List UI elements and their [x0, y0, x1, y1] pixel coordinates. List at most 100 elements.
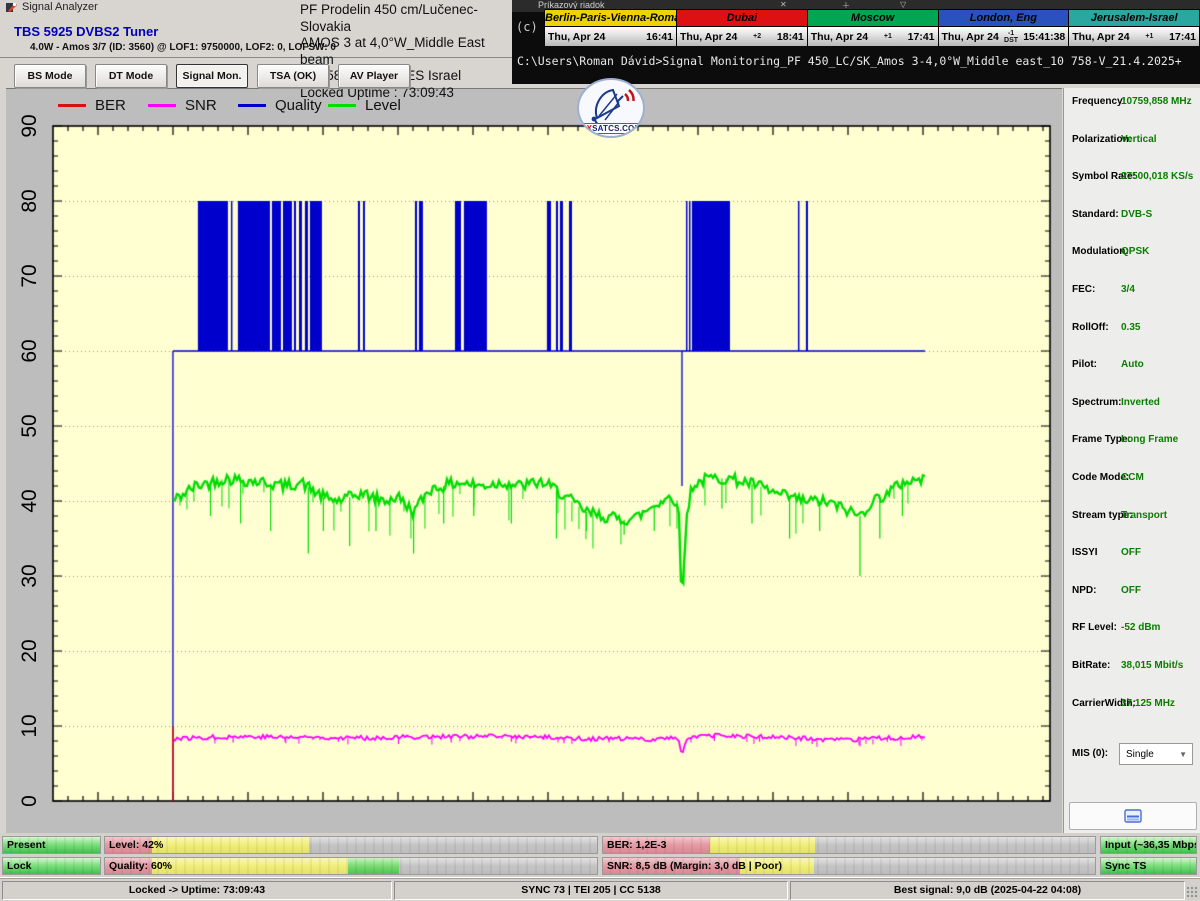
gauge-input: Input (~36,35 Mbps)	[1100, 836, 1197, 854]
param-label-pilot-: Pilot:	[1072, 359, 1097, 370]
clock-utc-offset: +1	[1130, 33, 1170, 40]
y-tick-label-60: 60	[18, 339, 42, 362]
clock-time: 17:41	[1169, 31, 1196, 43]
param-label-standard-: Standard:	[1072, 209, 1119, 220]
gauge-strip: Present Level: 42% BER: 1,2E-3 Input (~36,3…	[0, 833, 1200, 877]
clock-date: Thu, Apr 24	[680, 31, 737, 43]
logo-banner: DXSATCS.COM	[579, 123, 643, 134]
transport-info-button[interactable]	[1069, 802, 1197, 830]
y-tick-label-10: 10	[18, 714, 42, 737]
signal-chart-canvas	[6, 89, 1062, 834]
tuner-details: 4.0W - Amos 3/7 (ID: 3560) @ LOF1: 97500…	[30, 42, 336, 53]
gauge-lock: Lock	[2, 857, 101, 875]
app-title: Signal Analyzer	[22, 1, 98, 13]
param-value-frequency-: 10759,858 MHz	[1121, 96, 1192, 107]
legend-item-ber: BER	[58, 97, 148, 114]
gauge-quality: Quality: 60%	[104, 857, 598, 875]
tab-dt-mode[interactable]: DT Mode	[95, 64, 167, 88]
logo-circle: DXSATCS.COM	[577, 78, 645, 138]
app-icon	[6, 2, 17, 13]
tab-bs-mode[interactable]: BS Mode	[14, 64, 86, 88]
y-tick-label-0: 0	[18, 795, 42, 807]
y-tick-label-40: 40	[18, 489, 42, 512]
parameters-sidebar: Frequency:10759,858 MHzPolarization:Vert…	[1063, 88, 1200, 833]
clock-utc-offset: +2	[737, 33, 777, 40]
clock-time: 15:41:38	[1023, 31, 1065, 43]
param-label-rolloff-: RollOff:	[1072, 322, 1109, 333]
param-label-issyi: ISSYI	[1072, 547, 1098, 558]
clock-jerusalem-israel: Jerusalem-IsraelThu, Apr 24+117:41	[1068, 10, 1200, 46]
legend-swatch-level	[328, 104, 356, 107]
logo-text-prefix: DX	[581, 124, 593, 133]
clock-city-label: London, Eng	[939, 10, 1069, 27]
clock-dubai: DubaiThu, Apr 24+218:41	[676, 10, 808, 46]
gauge-sync-ts: Sync TS	[1100, 857, 1197, 875]
param-label-fec-: FEC:	[1072, 284, 1095, 295]
console-minimize-icon[interactable]: ▽	[900, 0, 906, 9]
param-label-npd-: NPD:	[1072, 585, 1096, 596]
tab-signal-mon-[interactable]: Signal Mon.	[176, 64, 248, 88]
clock-city-label: Jerusalem-Israel	[1069, 10, 1199, 27]
status-sync-counters: SYNC 73 | TEI 205 | CC 5138	[394, 881, 788, 900]
gauge-stripes	[603, 837, 1095, 853]
clock-time: 18:41	[777, 31, 804, 43]
gauge-stripes	[105, 837, 597, 853]
gauge-label-ber: BER: 1,2E-3	[607, 839, 667, 851]
tab-tsa-ok-[interactable]: TSA (OK)	[257, 64, 329, 88]
clock-utc-offset: -1DST	[999, 30, 1023, 44]
signal-chart-panel: BERSNRQualityLevel 0102030405060708090	[6, 88, 1062, 834]
monitor-icon	[1124, 809, 1142, 823]
clock-berlin-paris-vienna-roma: Berlin-Paris-Vienna-RomaThu, Apr 2416:41	[544, 10, 677, 46]
gauge-label-present: Present	[7, 839, 46, 851]
param-value-rolloff-: 0.35	[1121, 322, 1140, 333]
gauge-present: Present	[2, 836, 101, 854]
y-tick-label-90: 90	[18, 114, 42, 137]
param-label-spectrum-: Spectrum:	[1072, 397, 1121, 408]
clock-date: Thu, Apr 24	[1072, 31, 1129, 43]
world-clock-bar: Berlin-Paris-Vienna-RomaThu, Apr 2416:41…	[545, 9, 1200, 46]
param-value-npd-: OFF	[1121, 585, 1141, 596]
gauge-label-sync-ts: Sync TS	[1105, 860, 1146, 872]
resize-grip[interactable]	[1186, 886, 1198, 898]
param-value-spectrum-: Inverted	[1121, 397, 1160, 408]
y-tick-label-30: 30	[18, 564, 42, 587]
param-value-polarization-: Vertical	[1121, 134, 1157, 145]
status-bar: Locked -> Uptime: 73:09:43 SYNC 73 | TEI…	[0, 877, 1200, 901]
param-label-frequency-: Frequency:	[1072, 96, 1126, 107]
dxsatcs-logo: DXSATCS.COM	[571, 78, 649, 138]
clock-london-eng: London, EngThu, Apr 24-1DST15:41:38	[938, 10, 1070, 46]
chevron-down-icon: ▼	[1179, 750, 1187, 759]
clock-time-row: Thu, Apr 24+218:41	[677, 27, 807, 46]
param-value-symbol-rate-: 27500,018 KS/s	[1121, 171, 1193, 182]
clock-city-label: Berlin-Paris-Vienna-Roma	[545, 10, 676, 27]
clock-time-row: Thu, Apr 24+117:41	[808, 27, 938, 46]
y-tick-label-70: 70	[18, 264, 42, 287]
signal-analyzer-app: { "window": { "title": "Signal Analyzer"…	[0, 0, 1200, 900]
legend-item-snr: SNR	[148, 97, 238, 114]
mode-tabs: BS Mode DT Mode Signal Mon. TSA (OK) AV Play…	[14, 64, 410, 86]
console-prompt-line: C:\Users\Roman Dávid>Signal Monitoring_P…	[517, 54, 1197, 68]
gauge-snr: SNR: 8,5 dB (Margin: 3,0 dB | Poor)	[602, 857, 1096, 875]
clock-city-label: Moscow	[808, 10, 938, 27]
gauge-ber: BER: 1,2E-3	[602, 836, 1096, 854]
logo-text-suffix: SATCS.COM	[592, 124, 641, 133]
param-label-rf-level-: RF Level:	[1072, 622, 1117, 633]
gauge-label-lock: Lock	[7, 860, 32, 872]
mis-selected-value: Single	[1126, 749, 1154, 760]
gauge-label-level: Level: 42%	[109, 839, 163, 851]
tab-av-player[interactable]: AV Player	[338, 64, 410, 88]
mis-select[interactable]: Single ▼	[1119, 743, 1193, 765]
clock-time-row: Thu, Apr 24+117:41	[1069, 27, 1199, 46]
status-uptime: Locked -> Uptime: 73:09:43	[2, 881, 392, 900]
param-value-frame-type-: Long Frame	[1121, 434, 1178, 445]
y-tick-label-80: 80	[18, 189, 42, 212]
gauge-label-quality: Quality: 60%	[109, 860, 172, 872]
clock-date: Thu, Apr 24	[811, 31, 868, 43]
legend-label-ber: BER	[95, 97, 126, 114]
gauge-stripes	[105, 858, 597, 874]
param-value-pilot-: Auto	[1121, 359, 1144, 370]
y-tick-label-20: 20	[18, 639, 42, 662]
console-close-icon[interactable]: ✕	[780, 0, 787, 9]
param-value-carrierwidth-: 37,125 MHz	[1121, 698, 1175, 709]
param-value-issyi: OFF	[1121, 547, 1141, 558]
